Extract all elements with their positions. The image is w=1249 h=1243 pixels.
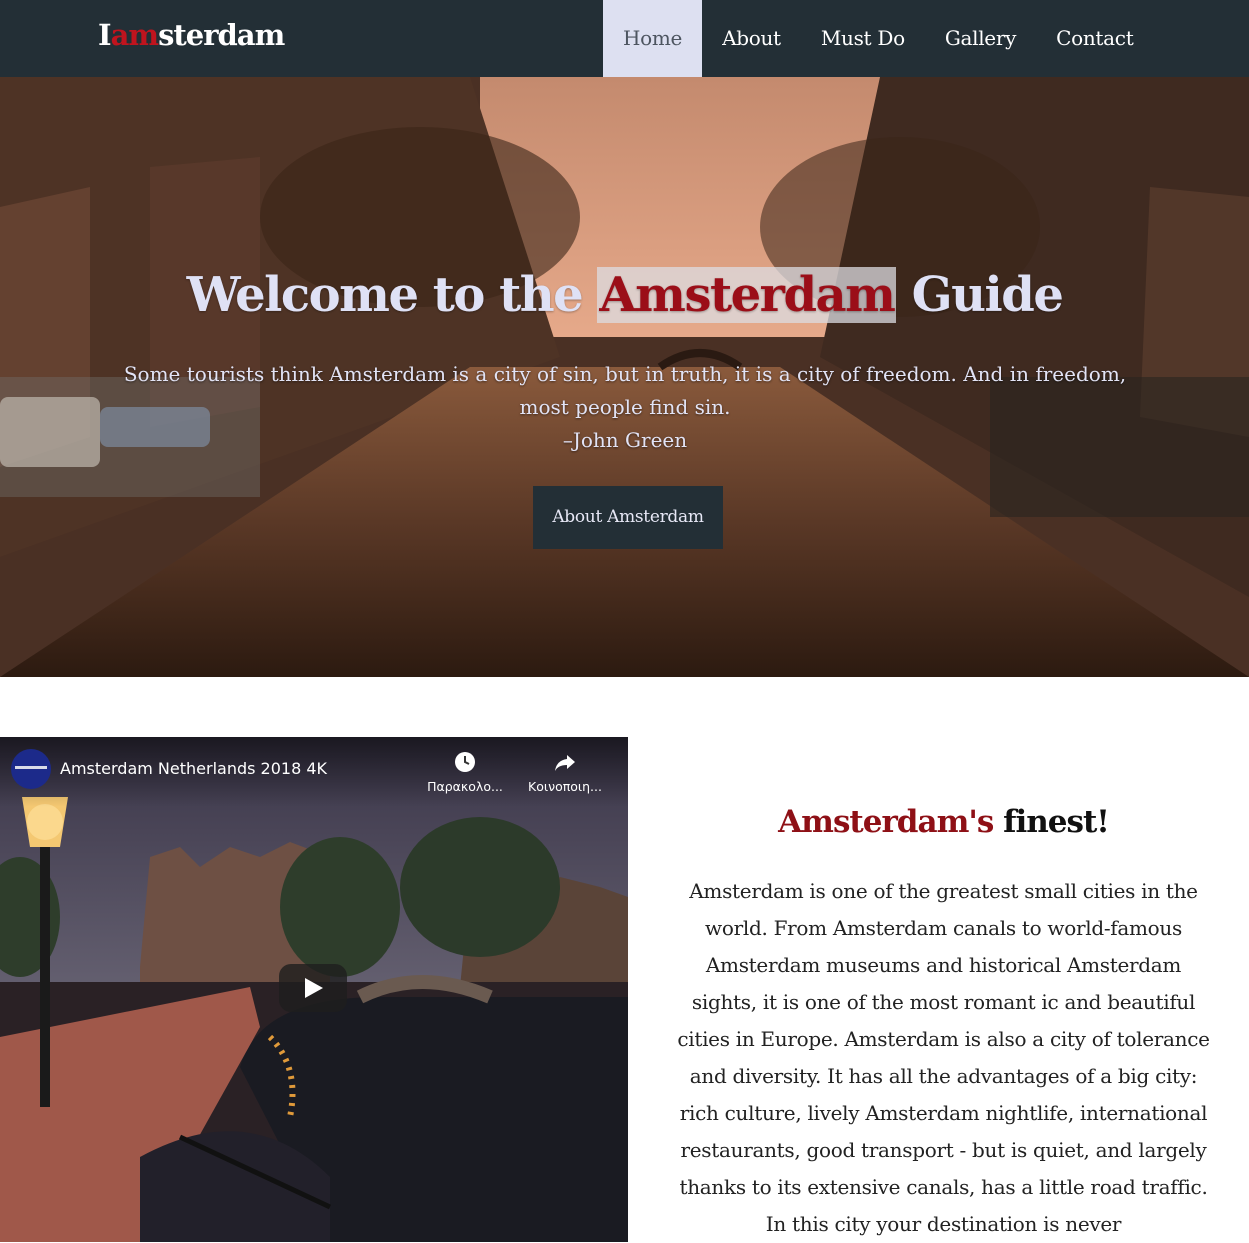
section-heading-accent: Amsterdam's: [778, 804, 994, 840]
hero-title-after: Guide: [896, 267, 1064, 323]
share-label: Κοινοποιη...: [528, 779, 602, 794]
section-heading: Amsterdam's finest!: [660, 804, 1227, 840]
hero-section: Welcome to the Amsterdam Guide Some tour…: [0, 77, 1249, 677]
watch-later-button[interactable]: Παρακολο...: [420, 751, 510, 794]
video-title[interactable]: Amsterdam Netherlands 2018 4K: [60, 759, 327, 778]
watch-later-label: Παρακολο...: [427, 779, 503, 794]
logo-accent: am: [110, 18, 159, 52]
nav-item-must-do[interactable]: Must Do: [801, 0, 925, 77]
hero-quote-text: Some tourists think Amsterdam is a city …: [123, 362, 1127, 419]
about-amsterdam-button[interactable]: About Amsterdam: [533, 486, 723, 549]
share-icon: [555, 755, 575, 771]
channel-avatar[interactable]: [11, 749, 51, 789]
play-icon: [305, 978, 323, 998]
nav-item-gallery[interactable]: Gallery: [925, 0, 1036, 77]
play-button[interactable]: [279, 964, 347, 1012]
section-heading-rest: finest!: [993, 804, 1110, 840]
nav-item-contact[interactable]: Contact: [1036, 0, 1153, 77]
hero-title: Welcome to the Amsterdam Guide: [0, 267, 1249, 323]
clock-icon: [455, 752, 475, 772]
main-nav: Home About Must Do Gallery Contact: [603, 0, 1153, 77]
hero-title-highlight: Amsterdam: [597, 267, 897, 323]
site-logo[interactable]: Iamsterdam: [98, 18, 285, 52]
hero-quote: Some tourists think Amsterdam is a city …: [110, 358, 1140, 457]
nav-item-home[interactable]: Home: [603, 0, 703, 77]
logo-suffix: sterdam: [158, 18, 285, 52]
share-button[interactable]: Κοινοποιη...: [520, 751, 610, 794]
hero-quote-author: –John Green: [562, 428, 688, 452]
hero-title-before: Welcome to the: [186, 267, 598, 323]
intro-paragraph: Amsterdam is one of the greatest small c…: [677, 879, 1210, 1236]
navbar: Iamsterdam Home About Must Do Gallery Co…: [0, 0, 1249, 77]
logo-prefix: I: [98, 18, 112, 52]
nav-item-about[interactable]: About: [702, 0, 801, 77]
video-player[interactable]: Amsterdam Netherlands 2018 4K Παρακολο..…: [0, 737, 628, 1242]
